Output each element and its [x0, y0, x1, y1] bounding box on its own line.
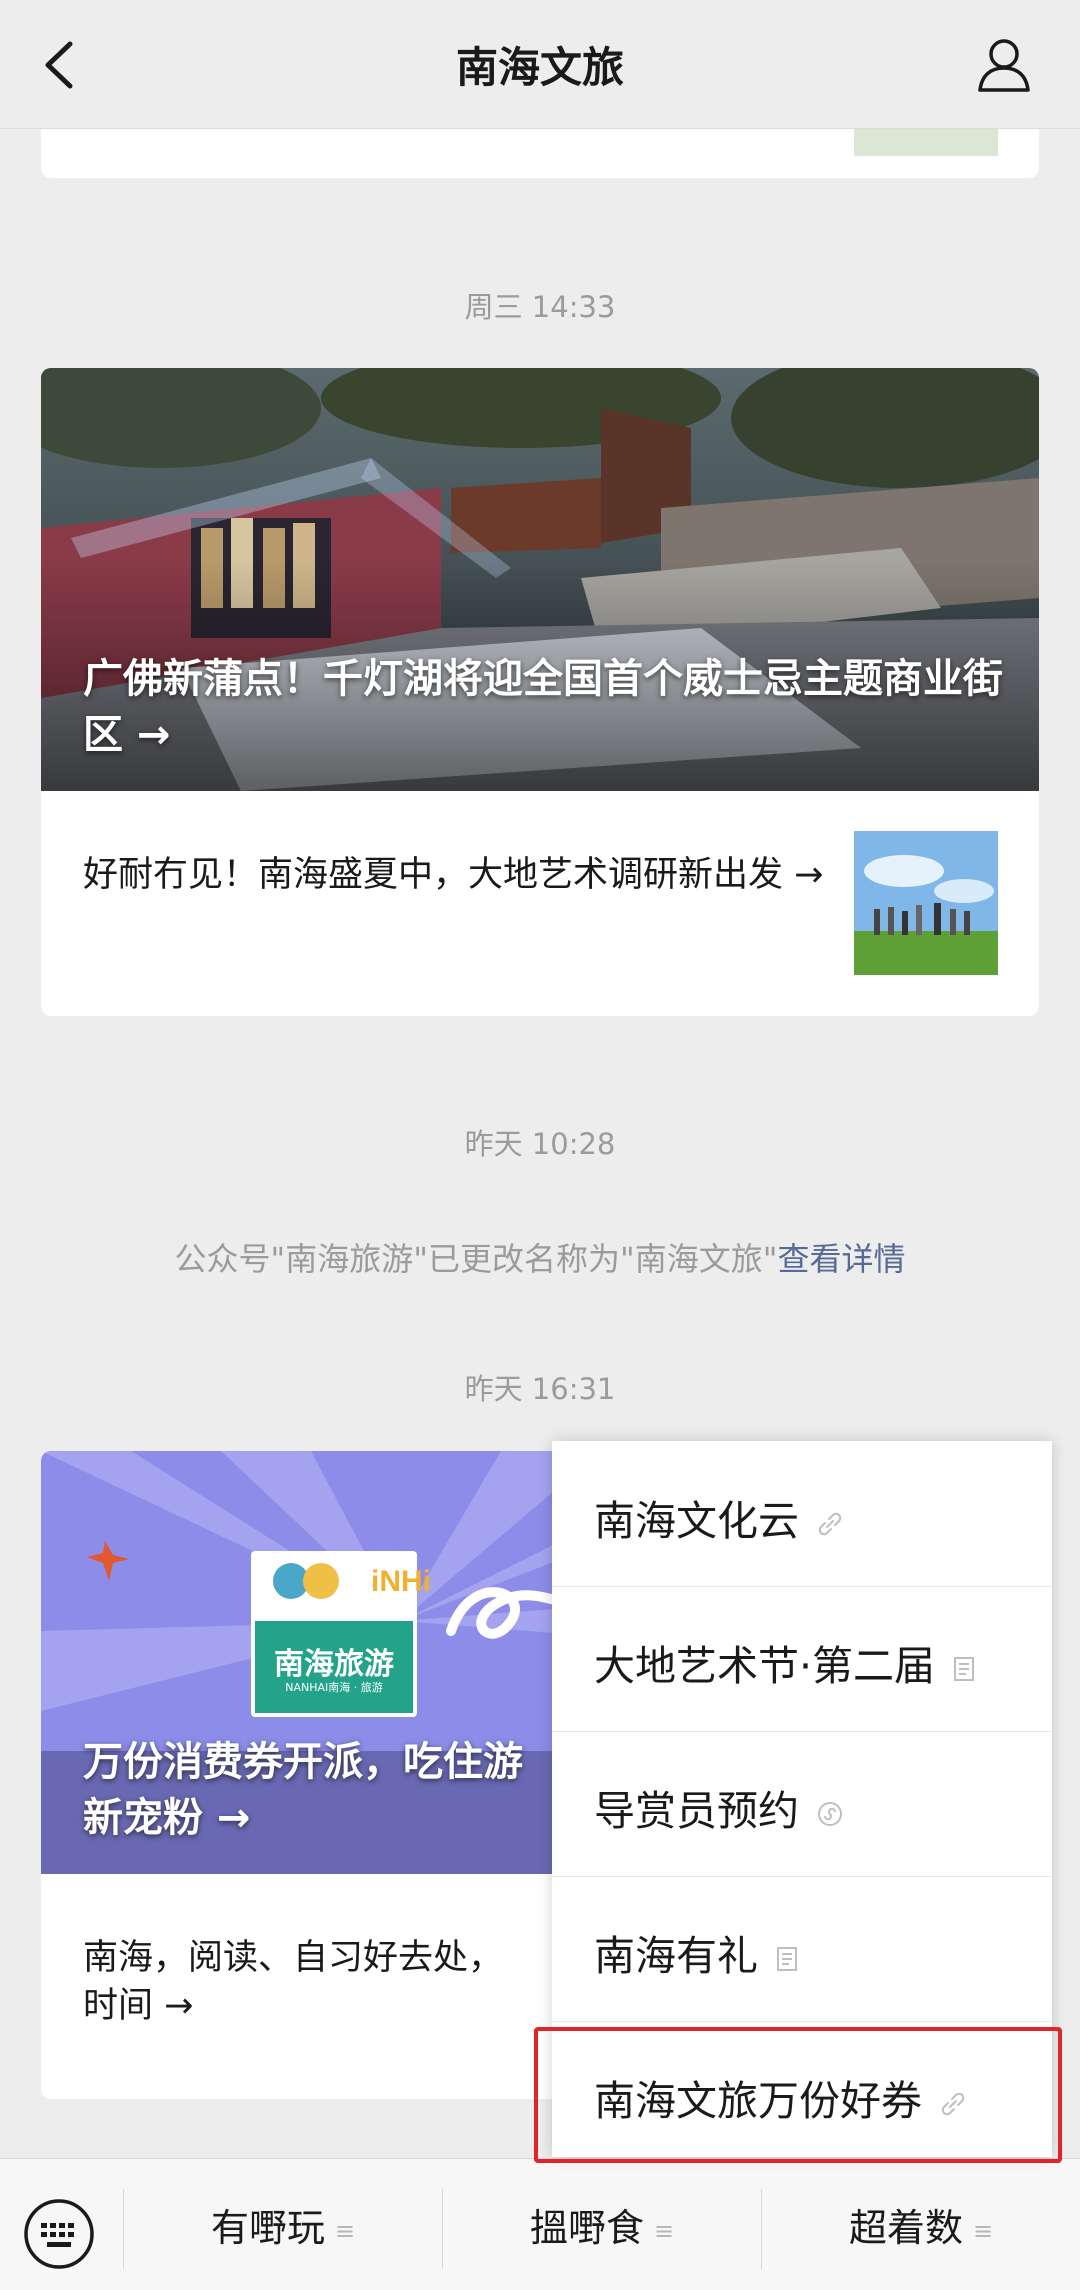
sub-article-title: 好耐冇见！南海盛夏中，大地艺术调研新出发 → [83, 855, 824, 895]
menu-tab-fun[interactable]: 有嘢玩 ≡ [124, 2197, 442, 2257]
menu-item-guide-reservation[interactable]: 导赏员预约 [552, 1731, 1052, 1877]
sub-article-thumbnail [854, 831, 998, 975]
system-message-text: 公众号"南海旅游"已更改名称为"南海文旅" [174, 1240, 778, 1278]
menu-item-nanhai-culture-cloud[interactable]: 南海文化云 [552, 1441, 1052, 1587]
article-icon [777, 1947, 797, 1971]
view-details-link[interactable]: 查看详情 [777, 1240, 905, 1278]
menu-item-label: 南海文旅万份好券 [594, 2077, 922, 2125]
timestamp: 昨天 16:31 [464, 1372, 616, 1406]
menu-tab-label: 超着数 [848, 2206, 963, 2250]
menu-item-nanhai-gifts[interactable]: 南海有礼 [552, 1876, 1052, 2022]
page-title: 南海文旅 [455, 43, 624, 92]
menu-popup: 南海文化云 大地艺术节·第二届 导赏员预约 南海有礼 南海文旅万份好券 [552, 1441, 1052, 2157]
article-cover-image[interactable]: 广佛新蒲点！千灯湖将迎全国首个威士忌主题商业街区 → [41, 368, 1039, 791]
timestamp: 周三 14:33 [464, 290, 616, 324]
article-card[interactable]: 广佛新蒲点！千灯湖将迎全国首个威士忌主题商业街区 → 好耐冇见！南海盛夏中，大地… [41, 368, 1039, 1016]
link-icon [941, 2092, 965, 2116]
menu-lines-icon: ≡ [334, 2216, 356, 2245]
miniprogram-icon [818, 1802, 842, 1826]
menu-tab-food[interactable]: 搵嘢食 ≡ [443, 2197, 761, 2257]
article-icon [954, 1657, 975, 1681]
keyboard-icon[interactable] [22, 2197, 96, 2271]
svg-text:iNHi: iNHi [371, 1565, 431, 1598]
menu-item-land-art-festival[interactable]: 大地艺术节·第二届 [552, 1586, 1052, 1732]
profile-icon[interactable] [976, 36, 1032, 92]
menu-item-label: 南海有礼 [594, 1932, 758, 1980]
menu-tab-deals[interactable]: 超着数 ≡ [762, 2197, 1080, 2257]
logo-text: 南海旅游 [274, 1647, 394, 1682]
link-icon [818, 1512, 842, 1536]
timestamp: 昨天 10:28 [464, 1127, 616, 1161]
sub-article-row[interactable]: 好耐冇见！南海盛夏中，大地艺术调研新出发 → [41, 791, 1039, 1016]
menu-tab-label: 搵嘢食 [529, 2206, 644, 2250]
menu-item-label: 南海文化云 [594, 1497, 799, 1545]
menu-tab-label: 有嘢玩 [210, 2206, 325, 2250]
menu-item-ten-thousand-coupons[interactable]: 南海文旅万份好券 [552, 2021, 1052, 2166]
bottom-menu-bar: 有嘢玩 ≡ 搵嘢食 ≡ 超着数 ≡ [0, 2158, 1080, 2290]
menu-item-label: 大地艺术节·第二届 [594, 1642, 936, 1690]
menu-item-label: 导赏员预约 [594, 1787, 799, 1835]
system-message: 公众号"南海旅游"已更改名称为"南海文旅"查看详情 [0, 1234, 1080, 1280]
top-bar: 南海文旅 [0, 0, 1080, 129]
logo-subtext: NANHAI南海 · 旅游 [285, 1681, 383, 1694]
article-title: 广佛新蒲点！千灯湖将迎全国首个威士忌主题商业街区 → [83, 656, 1003, 758]
article-thumbnail [854, 126, 998, 156]
menu-lines-icon: ≡ [653, 2216, 675, 2245]
menu-lines-icon: ≡ [972, 2216, 994, 2245]
